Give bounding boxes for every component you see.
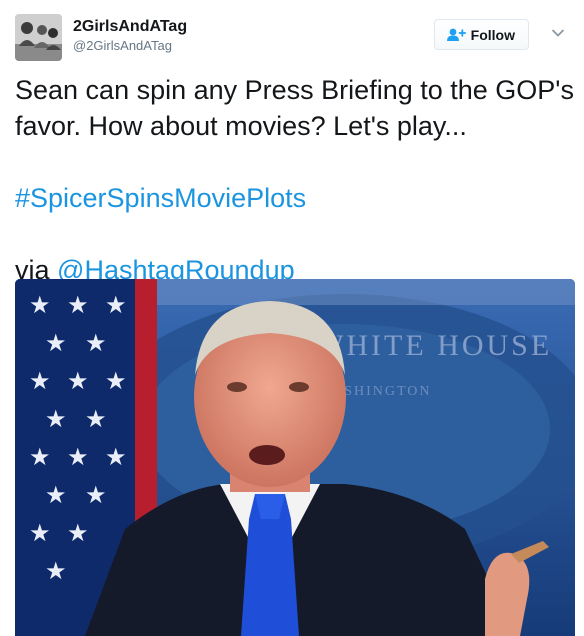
svg-text:★: ★ xyxy=(45,482,67,509)
svg-text:★: ★ xyxy=(67,368,89,395)
svg-text:★: ★ xyxy=(85,406,107,433)
svg-text:★: ★ xyxy=(105,444,127,471)
tweet-header: 2GirlsAndATag @2GirlsAndATag Follow xyxy=(15,14,569,62)
svg-text:★: ★ xyxy=(45,558,67,585)
svg-text:★: ★ xyxy=(85,482,107,509)
tweet-line-1: Sean can spin any Press Briefing to the … xyxy=(15,75,574,141)
svg-text:★: ★ xyxy=(67,292,89,319)
follow-button-label: Follow xyxy=(470,26,515,43)
tweet-text: Sean can spin any Press Briefing to the … xyxy=(15,72,575,288)
svg-text:★: ★ xyxy=(29,368,51,395)
tweet-photo[interactable]: THE WHITE HOUSE WASHINGTON ★ ★ ★ ★ ★ ★ ★ ★ ★ ★… xyxy=(15,279,575,636)
svg-text:★: ★ xyxy=(29,444,51,471)
svg-text:★: ★ xyxy=(105,292,127,319)
chevron-down-icon[interactable] xyxy=(551,28,565,38)
avatar-image xyxy=(15,14,62,61)
photo-image: THE WHITE HOUSE WASHINGTON ★ ★ ★ ★ ★ ★ ★ ★ ★ ★… xyxy=(15,279,575,636)
user-handle[interactable]: @2GirlsAndATag xyxy=(73,37,187,55)
svg-text:★: ★ xyxy=(105,368,127,395)
avatar[interactable] xyxy=(15,14,62,61)
person-plus-icon xyxy=(446,28,466,41)
follow-button[interactable]: Follow xyxy=(433,19,529,50)
svg-text:★: ★ xyxy=(45,330,67,357)
display-name[interactable]: 2GirlsAndATag xyxy=(73,17,187,37)
svg-text:★: ★ xyxy=(29,520,51,547)
svg-text:★: ★ xyxy=(45,406,67,433)
svg-text:★: ★ xyxy=(67,444,89,471)
svg-text:★: ★ xyxy=(85,330,107,357)
svg-text:★: ★ xyxy=(29,292,51,319)
user-names: 2GirlsAndATag @2GirlsAndATag xyxy=(73,17,187,55)
hashtag-link[interactable]: #SpicerSpinsMoviePlots xyxy=(15,183,306,213)
svg-text:★: ★ xyxy=(67,520,89,547)
